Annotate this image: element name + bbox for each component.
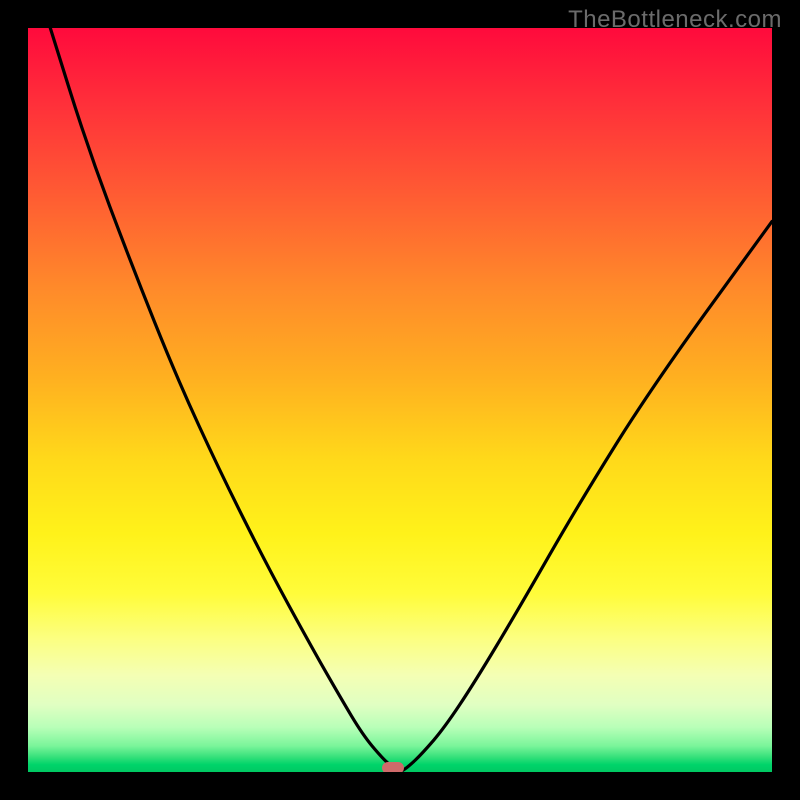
watermark-text: TheBottleneck.com (568, 6, 782, 34)
chart-frame: TheBottleneck.com (0, 0, 800, 800)
bottleneck-curve (28, 28, 772, 772)
curve-path (50, 28, 772, 771)
minimum-marker (382, 762, 404, 772)
plot-area (28, 28, 772, 772)
